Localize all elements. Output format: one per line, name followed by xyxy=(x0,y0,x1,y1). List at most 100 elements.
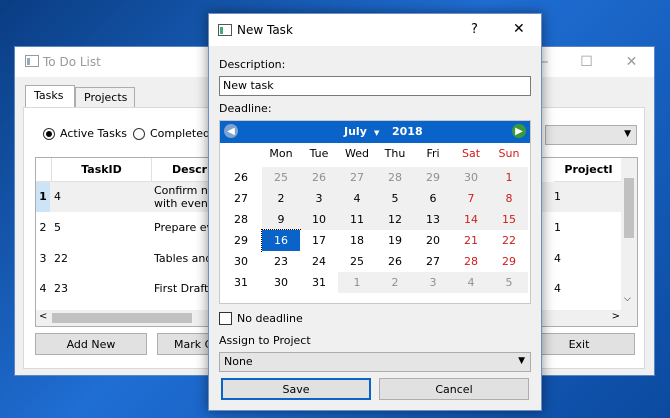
active-tasks-radio[interactable]: Active Tasks xyxy=(43,127,127,140)
cell-description: Tables and xyxy=(154,252,213,265)
project-select[interactable]: None ▼ xyxy=(219,352,531,372)
calendar-day[interactable]: 19 xyxy=(376,230,414,251)
calendar-day[interactable]: 25 xyxy=(262,167,300,188)
calendar-day[interactable]: 8 xyxy=(490,188,528,209)
week-number: 30 xyxy=(234,255,248,268)
chevron-down-icon: ▼ xyxy=(518,356,525,366)
weekday-header: Thu xyxy=(384,147,406,160)
calendar-day[interactable]: 18 xyxy=(338,230,376,251)
chevron-down-icon[interactable]: ⌵ xyxy=(624,294,631,304)
vertical-scrollbar[interactable]: ⌵ xyxy=(621,158,637,310)
row-number: 3 xyxy=(39,252,47,265)
calendar-day[interactable]: 28 xyxy=(376,167,414,188)
app-icon xyxy=(218,24,232,36)
dialog-close-button[interactable]: ✕ xyxy=(513,21,525,37)
calendar-day[interactable]: 28 xyxy=(452,251,490,272)
calendar-day[interactable]: 27 xyxy=(414,251,452,272)
calendar-day[interactable]: 30 xyxy=(262,272,300,293)
calendar-year[interactable]: 2018 xyxy=(392,125,423,138)
calendar-day[interactable]: 20 xyxy=(414,230,452,251)
calendar-day[interactable]: 12 xyxy=(376,209,414,230)
header-projectid[interactable]: ProjectI xyxy=(554,158,624,182)
calendar-day[interactable]: 22 xyxy=(490,230,528,251)
filter-combo[interactable]: ▼ xyxy=(545,125,637,145)
calendar-day[interactable]: 21 xyxy=(452,230,490,251)
calendar-day[interactable]: 2 xyxy=(376,272,414,293)
calendar-day[interactable]: 29 xyxy=(490,251,528,272)
deadline-calendar[interactable]: ◀ July ▼ 2018 ▶ Mon Tue Wed Thu Fri Sat Sun 26 2… xyxy=(219,120,531,304)
calendar-day[interactable]: 31 xyxy=(300,272,338,293)
calendar-day[interactable]: 3 xyxy=(414,272,452,293)
project-select-value: None xyxy=(224,355,253,368)
help-button[interactable]: ? xyxy=(471,22,478,37)
chevron-right-icon[interactable]: > xyxy=(612,311,620,322)
calendar-day[interactable]: 13 xyxy=(414,209,452,230)
main-window-title: To Do List xyxy=(43,55,101,69)
chevron-left-icon[interactable]: < xyxy=(39,311,47,322)
maximize-button[interactable]: ☐ xyxy=(564,47,609,77)
calendar-day[interactable]: 1 xyxy=(338,272,376,293)
calendar-day[interactable]: 30 xyxy=(452,167,490,188)
close-button[interactable]: ✕ xyxy=(609,47,654,77)
tab-tasks[interactable]: Tasks xyxy=(25,85,75,108)
add-new-button[interactable]: Add New xyxy=(35,333,147,355)
dialog-title: New Task xyxy=(237,23,293,37)
calendar-day[interactable]: 9 xyxy=(262,209,300,230)
cancel-button[interactable]: Cancel xyxy=(379,378,529,400)
week-number: 29 xyxy=(234,234,248,247)
calendar-day[interactable]: 5 xyxy=(490,272,528,293)
calendar-day[interactable]: 14 xyxy=(452,209,490,230)
calendar-day[interactable]: 15 xyxy=(490,209,528,230)
calendar-day[interactable]: 2 xyxy=(262,188,300,209)
completed-tasks-radio-dot[interactable] xyxy=(133,127,145,140)
week-number: 31 xyxy=(234,276,248,289)
calendar-day[interactable]: 26 xyxy=(376,251,414,272)
weekday-header: Wed xyxy=(345,147,369,160)
calendar-day[interactable]: 4 xyxy=(338,188,376,209)
weekday-header: Mon xyxy=(269,147,293,160)
weekday-header: Tue xyxy=(309,147,329,160)
calendar-day[interactable]: 25 xyxy=(338,251,376,272)
calendar-day[interactable]: 5 xyxy=(376,188,414,209)
tab-projects-label: Projects xyxy=(84,91,128,104)
save-button[interactable]: Save xyxy=(221,378,371,400)
calendar-day[interactable]: 27 xyxy=(338,167,376,188)
active-tasks-radio-dot[interactable] xyxy=(43,127,55,140)
horizontal-scroll-thumb[interactable] xyxy=(52,313,192,323)
next-month-icon[interactable]: ▶ xyxy=(512,124,526,138)
cell-projectid: 4 xyxy=(554,252,561,265)
calendar-day[interactable]: 10 xyxy=(300,209,338,230)
description-input[interactable]: New task xyxy=(219,76,531,96)
description-label: Description: xyxy=(219,58,286,71)
calendar-month[interactable]: July xyxy=(344,125,367,138)
row-number: 4 xyxy=(39,282,47,295)
calendar-day[interactable]: 4 xyxy=(452,272,490,293)
calendar-day[interactable]: 24 xyxy=(300,251,338,272)
tab-projects[interactable]: Projects xyxy=(75,87,135,107)
calendar-day[interactable]: 17 xyxy=(300,230,338,251)
calendar-day[interactable]: 26 xyxy=(300,167,338,188)
calendar-day[interactable]: 6 xyxy=(414,188,452,209)
calendar-day[interactable]: 3 xyxy=(300,188,338,209)
header-taskid[interactable]: TaskID xyxy=(52,158,152,182)
calendar-day[interactable]: 1 xyxy=(490,167,528,188)
week-number: 26 xyxy=(234,171,248,184)
calendar-day[interactable]: 11 xyxy=(338,209,376,230)
no-deadline-checkbox[interactable] xyxy=(219,312,232,325)
weekday-header: Fri xyxy=(426,147,440,160)
weekday-header: Sat xyxy=(461,147,481,160)
dialog-title-bar: New Task ? ✕ xyxy=(209,14,541,46)
header-description[interactable]: Descrip xyxy=(152,158,219,182)
calendar-day-selected[interactable]: 16 xyxy=(261,229,301,252)
cell-projectid: 4 xyxy=(554,282,561,295)
cell-projectid: 1 xyxy=(554,221,561,234)
cell-taskid: 22 xyxy=(54,252,68,265)
calendar-day[interactable]: 23 xyxy=(262,251,300,272)
prev-month-icon[interactable]: ◀ xyxy=(224,124,238,138)
vertical-scroll-thumb[interactable] xyxy=(624,178,634,238)
chevron-down-icon: ▼ xyxy=(624,129,631,139)
calendar-day[interactable]: 29 xyxy=(414,167,452,188)
tab-tasks-label: Tasks xyxy=(34,89,64,102)
calendar-day[interactable]: 7 xyxy=(452,188,490,209)
month-dropdown-icon[interactable]: ▼ xyxy=(374,129,379,137)
